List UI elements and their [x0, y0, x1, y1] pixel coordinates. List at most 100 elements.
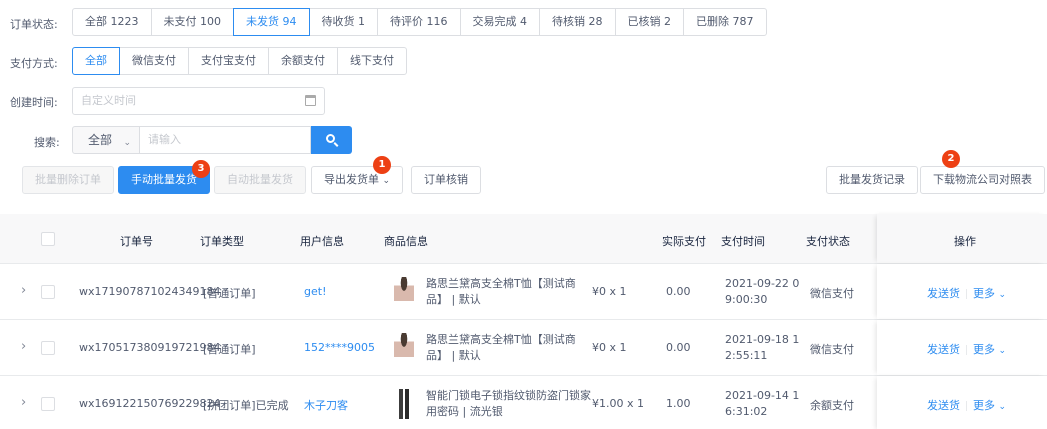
action-divider [966, 345, 967, 355]
product-name: 路思兰黛高支全棉T恤【测试商品】 | 默认 [426, 277, 576, 306]
table-row: › wx171907871024349184 [普通订单] get! 路思兰黛高… [0, 264, 1047, 320]
header-product-info: 商品信息 [384, 235, 428, 248]
payment-method-option[interactable]: 支付宝支付 [188, 47, 269, 75]
more-dropdown[interactable]: 更多 ⌄ [973, 287, 1006, 300]
table-body: › wx171907871024349184 [普通订单] get! 路思兰黛高… [0, 264, 1047, 429]
batch-ship-records-button[interactable]: 批量发货记录 [826, 166, 918, 194]
order-number: wx171907871024349184 [79, 285, 221, 298]
chevron-down-icon: ⌄ [123, 138, 131, 148]
badge-1: 1 [373, 156, 391, 174]
badge-3: 3 [192, 160, 210, 178]
select-all-checkbox[interactable] [41, 232, 55, 246]
expand-row-icon[interactable]: › [21, 283, 26, 298]
pay-time: 2021-09-22 09:00:30 [725, 277, 800, 306]
chevron-down-icon: ⌄ [998, 346, 1007, 356]
order-status-filter: 全部 1223 未支付 100 未发货 94 待收货 1 待评价 116 交易完成 4 待核… [72, 8, 767, 36]
more-dropdown[interactable]: 更多 ⌄ [973, 399, 1006, 412]
order-type: [普通订单] [203, 343, 256, 356]
header-actions: 操作 [954, 235, 976, 248]
order-status-option[interactable]: 未支付 100 [150, 8, 234, 36]
row-actions: 发送货 更多 ⌄ [877, 320, 1047, 375]
search-scope-select[interactable]: 全部 ⌄ [72, 126, 140, 154]
order-status-option[interactable]: 全部 1223 [72, 8, 152, 36]
more-label: 更多 [973, 287, 995, 300]
pay-status: 微信支付 [810, 287, 854, 300]
order-status-option[interactable]: 未发货 94 [233, 8, 310, 36]
order-status-option[interactable]: 已核销 2 [614, 8, 684, 36]
actions-column-header: 操作 [877, 214, 1047, 263]
user-link[interactable]: get! [304, 285, 326, 298]
ship-button[interactable]: 发送货 [927, 343, 960, 356]
order-type: [拼团订单]已完成 [203, 399, 289, 412]
order-status-option[interactable]: 交易完成 4 [459, 8, 540, 36]
payment-method-option[interactable]: 线下支付 [337, 47, 407, 75]
date-placeholder: 自定义时间 [81, 94, 136, 107]
payment-method-option[interactable]: 余额支付 [268, 47, 338, 75]
order-number: wx170517380919721984 [79, 341, 221, 354]
paid-amount: 0.00 [666, 285, 691, 298]
action-divider [966, 289, 967, 299]
more-dropdown[interactable]: 更多 ⌄ [973, 343, 1006, 356]
price-quantity: ¥0 x 1 [592, 285, 627, 298]
expand-row-icon[interactable]: › [21, 395, 26, 410]
export-ship-list-label: 导出发货单 [324, 173, 379, 186]
search-group: 全部 ⌄ 请输入 [72, 126, 352, 154]
product-thumbnail [394, 333, 414, 363]
created-time-label: 创建时间: [10, 96, 58, 109]
batch-delete-button[interactable]: 批量删除订单 [22, 166, 114, 194]
order-number: wx169122150769229824 [79, 397, 221, 410]
order-status-option[interactable]: 待收货 1 [308, 8, 378, 36]
row-checkbox[interactable] [41, 341, 55, 355]
download-logistics-table-button[interactable]: 下载物流公司对照表 [920, 166, 1045, 194]
product-name: 智能门锁电子锁指纹锁防盗门锁家用密码 | 流光银 [426, 389, 591, 418]
badge-2: 2 [942, 150, 960, 168]
product-thumbnail [394, 389, 414, 419]
orders-table: 订单号 订单类型 用户信息 商品信息 实际支付 支付时间 支付状态 操作 › w… [0, 214, 1047, 429]
table-row: › wx169122150769229824 [拼团订单]已完成 木子刀客 智能… [0, 376, 1047, 429]
order-status-label: 订单状态: [10, 18, 58, 31]
product-thumbnail [394, 277, 414, 307]
paid-amount: 1.00 [666, 397, 691, 410]
header-pay-status: 支付状态 [806, 235, 850, 248]
ship-button[interactable]: 发送货 [927, 399, 960, 412]
date-range-input[interactable]: 自定义时间 [72, 87, 325, 115]
paid-amount: 0.00 [666, 341, 691, 354]
chevron-down-icon: ⌄ [382, 176, 391, 186]
user-link[interactable]: 152****9005 [304, 341, 375, 354]
more-label: 更多 [973, 343, 995, 356]
header-user-info: 用户信息 [300, 235, 344, 248]
user-link[interactable]: 木子刀客 [304, 397, 348, 413]
more-label: 更多 [973, 399, 995, 412]
order-status-option[interactable]: 待评价 116 [377, 8, 461, 36]
pay-status: 余额支付 [810, 399, 854, 412]
payment-method-option[interactable]: 全部 [72, 47, 120, 75]
row-actions: 发送货 更多 ⌄ [877, 376, 1047, 429]
search-icon [326, 134, 335, 143]
order-verify-button[interactable]: 订单核销 [411, 166, 481, 194]
header-paid: 实际支付 [662, 235, 706, 248]
header-pay-time: 支付时间 [721, 235, 765, 248]
order-status-option[interactable]: 待核销 28 [539, 8, 616, 36]
expand-row-icon[interactable]: › [21, 339, 26, 354]
chevron-down-icon: ⌄ [998, 402, 1007, 412]
table-row: › wx170517380919721984 [普通订单] 152****900… [0, 320, 1047, 376]
table-header: 订单号 订单类型 用户信息 商品信息 实际支付 支付时间 支付状态 操作 [0, 214, 1047, 264]
pay-time: 2021-09-14 16:31:02 [725, 389, 800, 418]
row-checkbox[interactable] [41, 285, 55, 299]
order-status-option[interactable]: 已删除 787 [683, 8, 767, 36]
search-button[interactable] [311, 126, 352, 154]
row-checkbox[interactable] [41, 397, 55, 411]
ship-button[interactable]: 发送货 [927, 287, 960, 300]
order-type: [普通订单] [203, 287, 256, 300]
pay-status: 微信支付 [810, 343, 854, 356]
search-placeholder: 请输入 [148, 133, 181, 146]
payment-method-label: 支付方式: [10, 57, 58, 70]
price-quantity: ¥0 x 1 [592, 341, 627, 354]
search-label: 搜索: [34, 136, 60, 149]
price-quantity: ¥1.00 x 1 [592, 397, 644, 410]
payment-method-option[interactable]: 微信支付 [119, 47, 189, 75]
auto-batch-ship-button[interactable]: 自动批量发货 [214, 166, 306, 194]
product-name: 路思兰黛高支全棉T恤【测试商品】 | 默认 [426, 333, 576, 362]
search-input[interactable]: 请输入 [140, 126, 311, 154]
payment-method-filter: 全部 微信支付 支付宝支付 余额支付 线下支付 [72, 47, 407, 75]
